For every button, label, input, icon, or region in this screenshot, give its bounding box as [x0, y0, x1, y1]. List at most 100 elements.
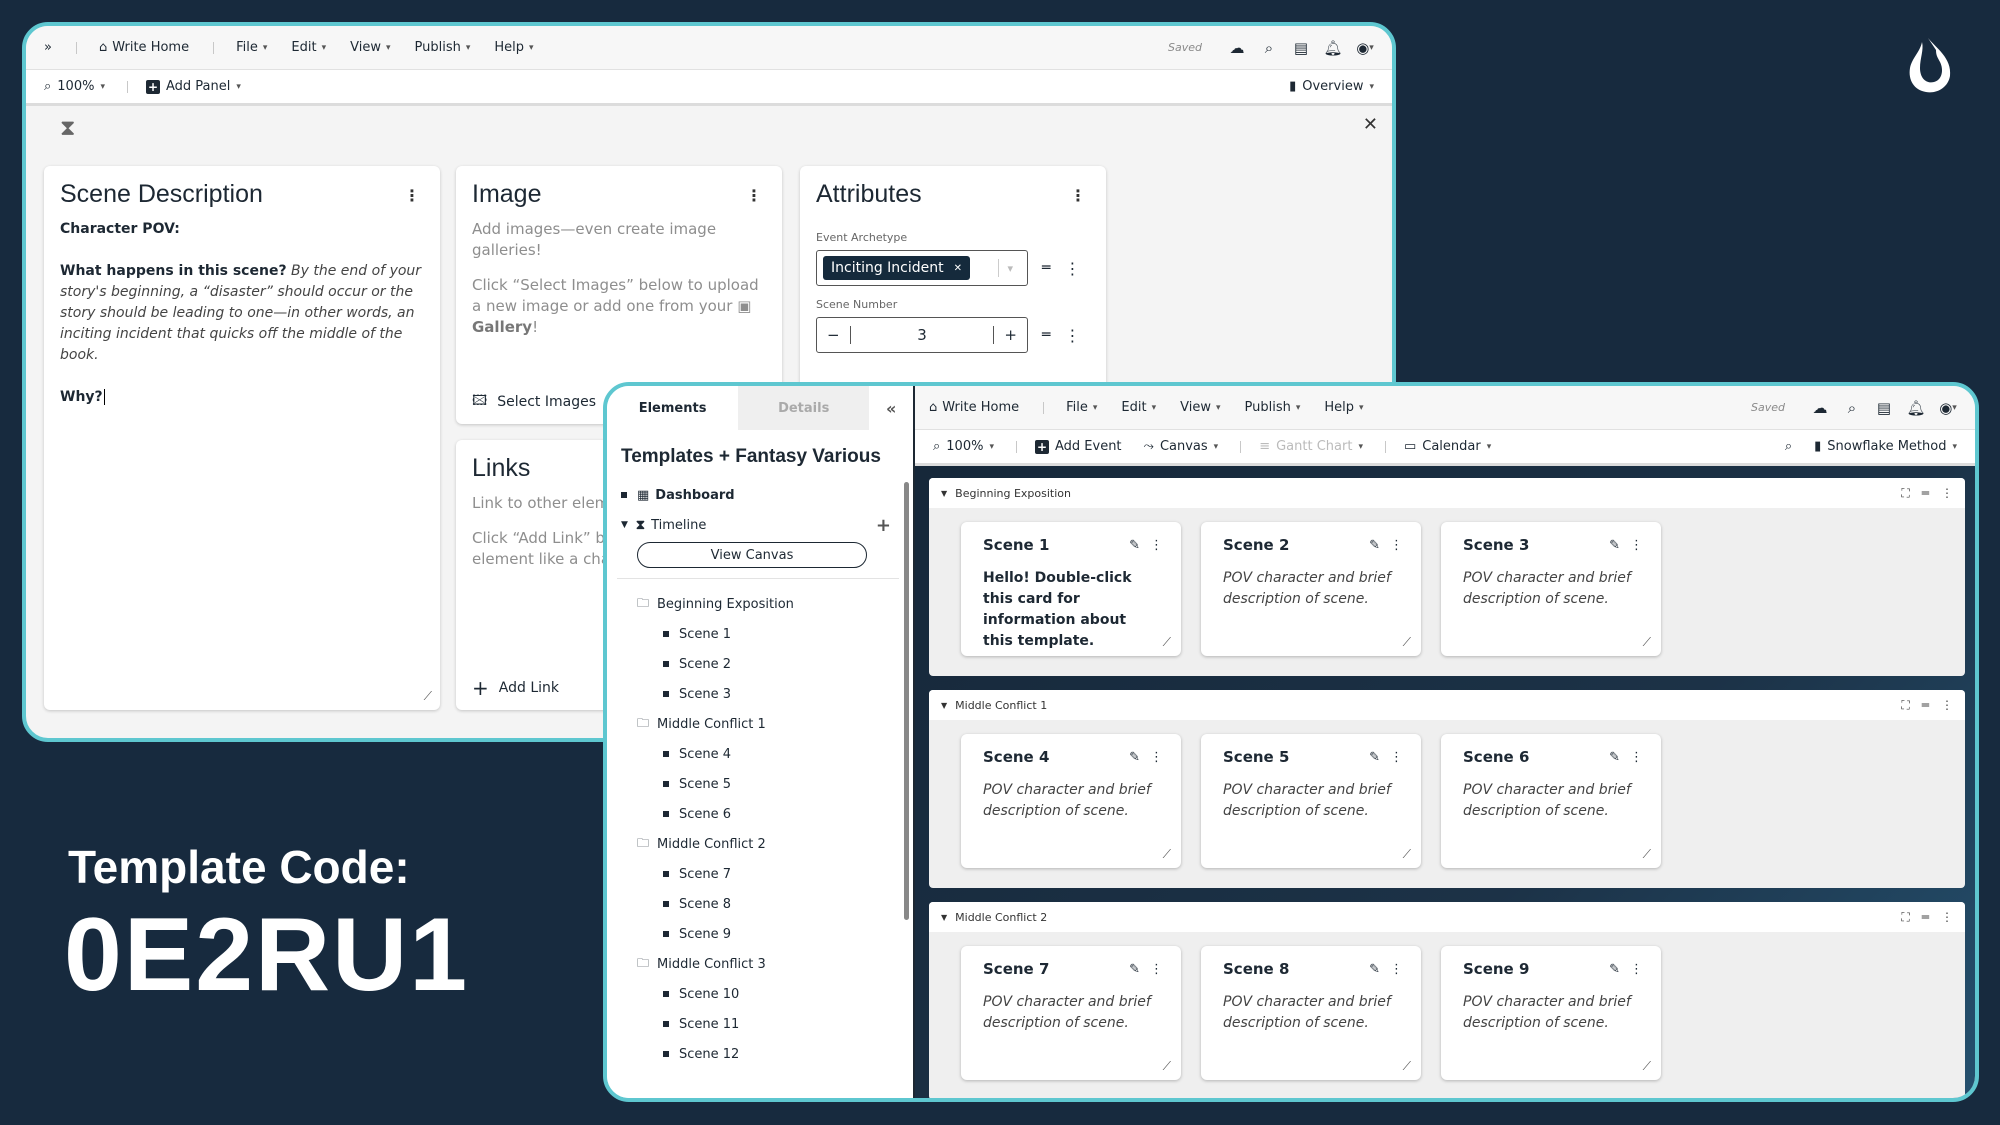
menu-file[interactable]: File ▾	[236, 40, 267, 55]
more-options-icon[interactable]: ⋮	[1150, 750, 1163, 765]
resize-handle-icon[interactable]: ⟋	[1163, 847, 1171, 862]
group-header[interactable]: ▼ Middle Conflict 2 ⛶ ═ ⋮	[929, 902, 1965, 932]
more-options-icon[interactable]: ⋮	[1150, 538, 1163, 553]
tree-folder[interactable]: 🗀 Middle Conflict 1	[607, 709, 913, 739]
more-options-icon[interactable]: ⋮	[1630, 538, 1643, 553]
resize-handle-icon[interactable]: ⟋	[1403, 635, 1411, 650]
resize-handle-icon[interactable]: ⟋	[424, 689, 432, 704]
event-card[interactable]: Scene 4 ✎ ⋮ POV character and brief descr…	[961, 734, 1181, 868]
more-options-icon[interactable]: ⋮	[1070, 188, 1086, 204]
menu-view[interactable]: View ▾	[350, 40, 390, 55]
tree-item-scene[interactable]: Scene 1	[607, 619, 913, 649]
tree-folder[interactable]: 🗀 Middle Conflict 3	[607, 949, 913, 979]
tree-item-scene[interactable]: Scene 7	[607, 859, 913, 889]
calendar-dropdown[interactable]: ▭ Calendar ▾	[1404, 439, 1491, 454]
menu-publish[interactable]: Publish ▾	[415, 40, 471, 55]
event-card[interactable]: Scene 2 ✎ ⋮ POV character and brief descr…	[1201, 522, 1421, 656]
add-event-button[interactable]: + Add Event	[1034, 439, 1122, 454]
add-panel-button[interactable]: + Add Panel ▾	[145, 79, 241, 94]
expand-icon[interactable]: ⛶	[1901, 698, 1909, 713]
scene-description-editor[interactable]: Character POV: What happens in this scen…	[60, 219, 424, 408]
expand-icon[interactable]: ⛶	[1901, 486, 1909, 501]
more-options-icon[interactable]: ⋮	[1941, 486, 1953, 501]
search-icon[interactable]: ⌕	[1260, 39, 1278, 57]
more-options-icon[interactable]: ⋮	[1064, 326, 1080, 345]
more-options-icon[interactable]: ⋮	[746, 188, 762, 204]
write-home-link[interactable]: ⌂ Write Home	[929, 400, 1019, 415]
drag-handle-icon[interactable]: ═	[1042, 327, 1050, 343]
expand-icon[interactable]: ⛶	[1901, 910, 1909, 925]
menu-view[interactable]: View ▾	[1180, 400, 1220, 415]
tree-folder[interactable]: 🗀 Beginning Exposition	[607, 589, 913, 619]
close-button[interactable]: ✕	[1363, 114, 1378, 135]
pencil-icon[interactable]: ✎	[1369, 538, 1380, 553]
more-options-icon[interactable]: ⋮	[1630, 750, 1643, 765]
tab-elements[interactable]: Elements	[607, 386, 738, 430]
tree-item-scene[interactable]: Scene 4	[607, 739, 913, 769]
pencil-icon[interactable]: ✎	[1609, 750, 1620, 765]
collapse-sidebar-button[interactable]: «	[869, 386, 913, 430]
more-options-icon[interactable]: ⋮	[1390, 750, 1403, 765]
user-account-icon[interactable]: ◉ ▾	[1356, 39, 1374, 57]
tree-item-scene[interactable]: Scene 9	[607, 919, 913, 949]
drag-handle-icon[interactable]: ═	[1922, 910, 1929, 925]
menu-help[interactable]: Help ▾	[494, 40, 533, 55]
tree-item-dashboard[interactable]: ▦ Dashboard	[607, 480, 913, 510]
pencil-icon[interactable]: ✎	[1369, 750, 1380, 765]
event-card[interactable]: Scene 9 ✎ ⋮ POV character and brief descr…	[1441, 946, 1661, 1080]
menu-help[interactable]: Help ▾	[1324, 400, 1363, 415]
menu-edit[interactable]: Edit ▾	[291, 40, 326, 55]
select-images-button[interactable]: 🖾 Select Images	[472, 390, 596, 414]
tree-item-scene[interactable]: Scene 5	[607, 769, 913, 799]
more-options-icon[interactable]: ⋮	[1150, 962, 1163, 977]
more-options-icon[interactable]: ⋮	[1941, 698, 1953, 713]
tree-folder[interactable]: 🗀 Middle Conflict 2	[607, 829, 913, 859]
event-card[interactable]: Scene 6 ✎ ⋮ POV character and brief descr…	[1441, 734, 1661, 868]
pencil-icon[interactable]: ✎	[1609, 962, 1620, 977]
resize-handle-icon[interactable]: ⟋	[1643, 635, 1651, 650]
view-canvas-button[interactable]: View Canvas	[637, 542, 867, 568]
timeline-canvas[interactable]: ▼ Beginning Exposition ⛶ ═ ⋮ Scene 1 ✎ ⋮ He…	[915, 466, 1975, 1098]
expand-sidebar-button[interactable]: »	[44, 40, 52, 55]
resize-handle-icon[interactable]: ⟋	[1403, 1059, 1411, 1074]
tree-item-scene[interactable]: Scene 3	[607, 679, 913, 709]
more-options-icon[interactable]: ⋮	[1390, 538, 1403, 553]
template-method-dropdown[interactable]: ▮ Snowflake Method ▾	[1814, 439, 1957, 454]
scrollbar[interactable]	[904, 482, 909, 920]
menu-publish[interactable]: Publish ▾	[1245, 400, 1301, 415]
scene-number-input[interactable]: 3	[849, 326, 995, 344]
increment-button[interactable]: +	[1004, 326, 1017, 344]
resize-handle-icon[interactable]: ⟋	[1643, 1059, 1651, 1074]
menu-file[interactable]: File ▾	[1066, 400, 1097, 415]
group-header[interactable]: ▼ Middle Conflict 1 ⛶ ═ ⋮	[929, 690, 1965, 720]
resize-handle-icon[interactable]: ⟋	[1163, 1059, 1171, 1074]
event-card[interactable]: Scene 3 ✎ ⋮ POV character and brief descr…	[1441, 522, 1661, 656]
tree-item-scene[interactable]: Scene 12	[607, 1039, 913, 1069]
search-timeline-button[interactable]: ⌕	[1785, 439, 1792, 454]
resize-handle-icon[interactable]: ⟋	[1163, 635, 1171, 650]
pencil-icon[interactable]: ✎	[1129, 750, 1140, 765]
tab-details[interactable]: Details	[738, 386, 870, 430]
notes-icon[interactable]: ▤	[1875, 399, 1893, 417]
zoom-dropdown[interactable]: ⌕ 100% ▾	[933, 439, 994, 454]
caret-down-icon[interactable]: ▼	[941, 489, 947, 498]
caret-down-icon[interactable]: ▼	[941, 913, 947, 922]
tree-item-scene[interactable]: Scene 8	[607, 889, 913, 919]
event-archetype-select[interactable]: Inciting Incident ✕ ▾	[816, 250, 1028, 286]
search-icon[interactable]: ⌕	[1843, 399, 1861, 417]
bell-icon[interactable]: 🔔︎	[1906, 399, 1925, 417]
pencil-icon[interactable]: ✎	[1369, 962, 1380, 977]
caret-down-icon[interactable]: ▼	[941, 701, 947, 710]
tree-item-scene[interactable]: Scene 11	[607, 1009, 913, 1039]
tree-item-scene[interactable]: Scene 2	[607, 649, 913, 679]
caret-down-icon[interactable]: ▼	[621, 520, 628, 530]
bell-icon[interactable]: 🔔︎	[1323, 39, 1342, 57]
drag-handle-icon[interactable]: ═	[1042, 260, 1050, 276]
user-account-icon[interactable]: ◉ ▾	[1939, 399, 1957, 417]
pencil-icon[interactable]: ✎	[1609, 538, 1620, 553]
more-options-icon[interactable]: ⋮	[1390, 962, 1403, 977]
add-element-button[interactable]: +	[876, 515, 891, 536]
decrement-button[interactable]: −	[827, 326, 840, 344]
pencil-icon[interactable]: ✎	[1129, 962, 1140, 977]
event-card[interactable]: Scene 7 ✎ ⋮ POV character and brief descr…	[961, 946, 1181, 1080]
